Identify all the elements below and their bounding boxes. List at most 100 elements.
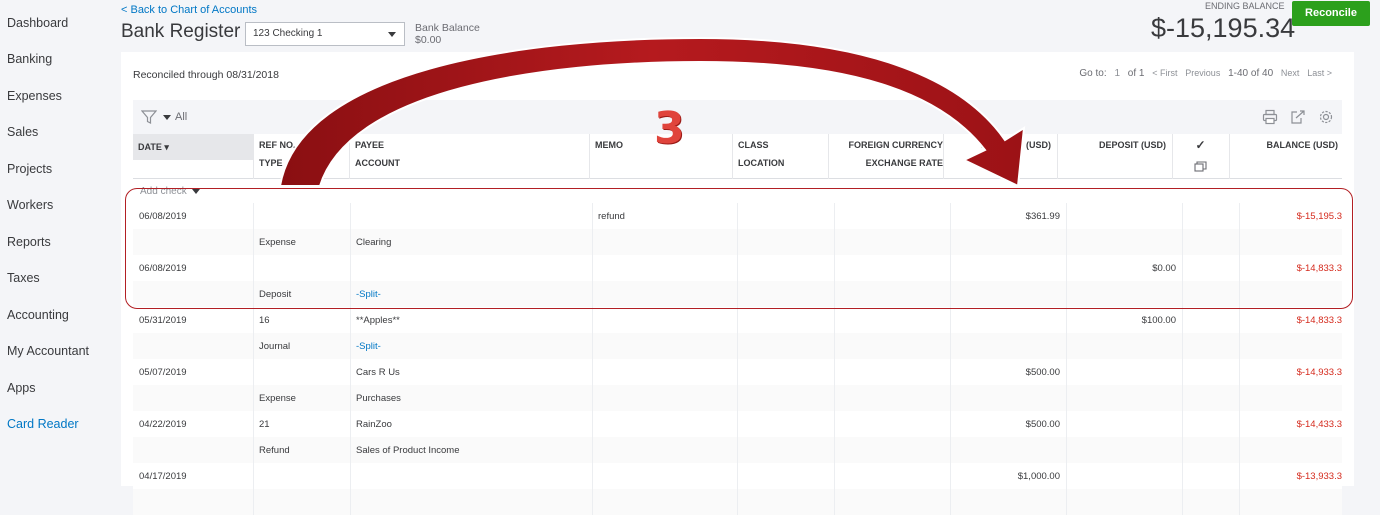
sidebar-item-dashboard[interactable]: Dashboard bbox=[7, 16, 68, 30]
sidebar: Dashboard Banking Expenses Sales Project… bbox=[0, 0, 120, 486]
row-payment: $1,000.00 bbox=[1017, 471, 1060, 482]
row-deposit: $100.00 bbox=[1141, 315, 1176, 326]
account-select-value: 123 Checking 1 bbox=[253, 28, 323, 39]
back-to-chart-of-accounts-link[interactable]: < Back to Chart of Accounts bbox=[121, 4, 257, 16]
row-balance: $-14,933.3 bbox=[1296, 367, 1342, 378]
filter-all-label[interactable]: All bbox=[175, 111, 187, 123]
page-input[interactable]: 1 bbox=[1114, 68, 1120, 79]
column-header-exchange-rate[interactable]: EXCHANGE RATE bbox=[828, 154, 943, 172]
sidebar-item-apps[interactable]: Apps bbox=[7, 381, 36, 395]
row-payee: RainZoo bbox=[356, 419, 392, 430]
page-range: 1-40 of 40 bbox=[1228, 68, 1274, 79]
next-page-link[interactable]: Next bbox=[1281, 68, 1300, 78]
column-header-payee[interactable]: PAYEE bbox=[355, 136, 384, 154]
sidebar-item-sales[interactable]: Sales bbox=[7, 125, 38, 139]
row-type: Expense bbox=[259, 393, 296, 404]
add-check-button[interactable]: Add check bbox=[140, 186, 200, 197]
page-title: Bank Register bbox=[121, 21, 241, 42]
row-date: 04/22/2019 bbox=[139, 419, 187, 430]
sidebar-item-taxes[interactable]: Taxes bbox=[7, 271, 40, 285]
annotation-number: 3 bbox=[654, 103, 685, 154]
column-header-type[interactable]: TYPE bbox=[259, 154, 283, 172]
sidebar-item-card-reader[interactable]: Card Reader bbox=[7, 417, 79, 431]
reconciled-through-text: Reconciled through 08/31/2018 bbox=[133, 69, 279, 81]
pager: Go to: 1 of 1 < First Previous 1-40 of 4… bbox=[1074, 68, 1332, 79]
print-icon[interactable] bbox=[1262, 109, 1278, 125]
column-header-deposit[interactable]: DEPOSIT (USD) bbox=[1057, 136, 1166, 154]
sidebar-item-reports[interactable]: Reports bbox=[7, 235, 51, 249]
bank-balance-value: $0.00 bbox=[415, 34, 442, 46]
row-type: Refund bbox=[259, 445, 290, 456]
first-page-link[interactable]: < First bbox=[1152, 68, 1177, 78]
row-date: 06/08/2019 bbox=[139, 211, 187, 222]
bank-balance-label: Bank Balance bbox=[415, 22, 480, 34]
column-header-foreign-currency[interactable]: FOREIGN CURRENCY bbox=[828, 136, 943, 154]
account-select[interactable]: 123 Checking 1 bbox=[245, 22, 405, 46]
row-payment: $361.99 bbox=[1025, 211, 1060, 222]
table-header: DATE ▾ REF NO. TYPE PAYEE ACCOUNT MEMO C… bbox=[133, 134, 1342, 179]
chevron-down-icon bbox=[191, 188, 200, 194]
page-of: of 1 bbox=[1127, 68, 1145, 79]
row-account: Purchases bbox=[356, 393, 401, 404]
filter-dropdown-icon[interactable] bbox=[163, 115, 171, 120]
table-row[interactable]: 05/31/2019 16 **Apples** $100.00 $-14,83… bbox=[133, 307, 1342, 359]
column-header-location[interactable]: LOCATION bbox=[738, 154, 784, 172]
split-link[interactable]: -Split- bbox=[356, 289, 381, 300]
row-type: Deposit bbox=[259, 289, 292, 300]
row-payee: Cars R Us bbox=[356, 367, 400, 378]
row-type: Expense bbox=[259, 237, 296, 248]
sort-desc-icon: ▾ bbox=[164, 142, 169, 152]
column-header-date[interactable]: DATE ▾ bbox=[133, 134, 253, 160]
split-link[interactable]: -Split- bbox=[356, 341, 381, 352]
ending-balance-value: $-15,195.34 bbox=[1151, 13, 1296, 43]
goto-label: Go to: bbox=[1079, 68, 1107, 79]
column-header-class[interactable]: CLASS bbox=[738, 136, 769, 154]
sidebar-item-my-accountant[interactable]: My Accountant bbox=[7, 344, 89, 358]
row-deposit: $0.00 bbox=[1152, 263, 1176, 274]
column-header-memo[interactable]: MEMO bbox=[595, 136, 623, 154]
last-page-link[interactable]: Last > bbox=[1307, 68, 1332, 78]
table-row[interactable]: 04/22/2019 21 RainZoo $500.00 $-14,433.3… bbox=[133, 411, 1342, 463]
row-date: 05/31/2019 bbox=[139, 315, 187, 326]
column-header-balance[interactable]: BALANCE (USD) bbox=[1229, 136, 1342, 154]
copy-icon[interactable] bbox=[1194, 161, 1207, 173]
bank-balance: Bank Balance $0.00 bbox=[415, 22, 480, 46]
column-header-payment[interactable]: PAYMENT (USD) bbox=[943, 136, 1051, 154]
table-row[interactable]: 06/08/2019 $0.00 $-14,833.3 Deposit -Spl… bbox=[133, 255, 1342, 307]
row-date: 06/08/2019 bbox=[139, 263, 187, 274]
row-payee: **Apples** bbox=[356, 315, 400, 326]
row-date: 05/07/2019 bbox=[139, 367, 187, 378]
sidebar-item-expenses[interactable]: Expenses bbox=[7, 89, 62, 103]
sidebar-item-banking[interactable]: Banking bbox=[7, 52, 52, 66]
table-row[interactable]: 05/07/2019 Cars R Us $500.00 $-14,933.3 … bbox=[133, 359, 1342, 411]
gear-icon[interactable] bbox=[1318, 109, 1334, 125]
table-row[interactable]: 04/17/2019 $1,000.00 $-13,933.3 bbox=[133, 463, 1342, 515]
row-ref: 21 bbox=[259, 419, 270, 430]
filter-icon[interactable] bbox=[141, 109, 157, 125]
column-header-account[interactable]: ACCOUNT bbox=[355, 154, 400, 172]
row-payment: $500.00 bbox=[1025, 419, 1060, 430]
row-date: 04/17/2019 bbox=[139, 471, 187, 482]
row-balance: $-15,195.3 bbox=[1296, 211, 1342, 222]
row-payment: $500.00 bbox=[1025, 367, 1060, 378]
register-panel: Reconciled through 08/31/2018 Go to: 1 o… bbox=[121, 52, 1354, 515]
column-header-reconciled[interactable]: ✓ bbox=[1172, 136, 1229, 154]
chevron-down-icon bbox=[388, 32, 396, 37]
column-header-ref-no[interactable]: REF NO. bbox=[259, 136, 296, 154]
reconcile-button[interactable]: Reconcile bbox=[1292, 1, 1370, 26]
table-row[interactable]: 06/08/2019 refund $361.99 $-15,195.3 Exp… bbox=[133, 203, 1342, 255]
register-rows: 06/08/2019 refund $361.99 $-15,195.3 Exp… bbox=[133, 203, 1342, 515]
row-memo: refund bbox=[598, 211, 625, 222]
row-balance: $-14,833.3 bbox=[1296, 263, 1342, 274]
sidebar-item-projects[interactable]: Projects bbox=[7, 162, 52, 176]
filter-bar: All bbox=[133, 100, 1342, 134]
row-balance: $-13,933.3 bbox=[1296, 471, 1342, 482]
sidebar-item-accounting[interactable]: Accounting bbox=[7, 308, 69, 322]
previous-page-link[interactable]: Previous bbox=[1185, 68, 1220, 78]
sidebar-item-workers[interactable]: Workers bbox=[7, 198, 53, 212]
export-icon[interactable] bbox=[1290, 109, 1306, 125]
table-tools bbox=[1262, 109, 1334, 125]
row-account: Clearing bbox=[356, 237, 392, 248]
row-account: Sales of Product Income bbox=[356, 445, 460, 456]
row-ref: 16 bbox=[259, 315, 270, 326]
